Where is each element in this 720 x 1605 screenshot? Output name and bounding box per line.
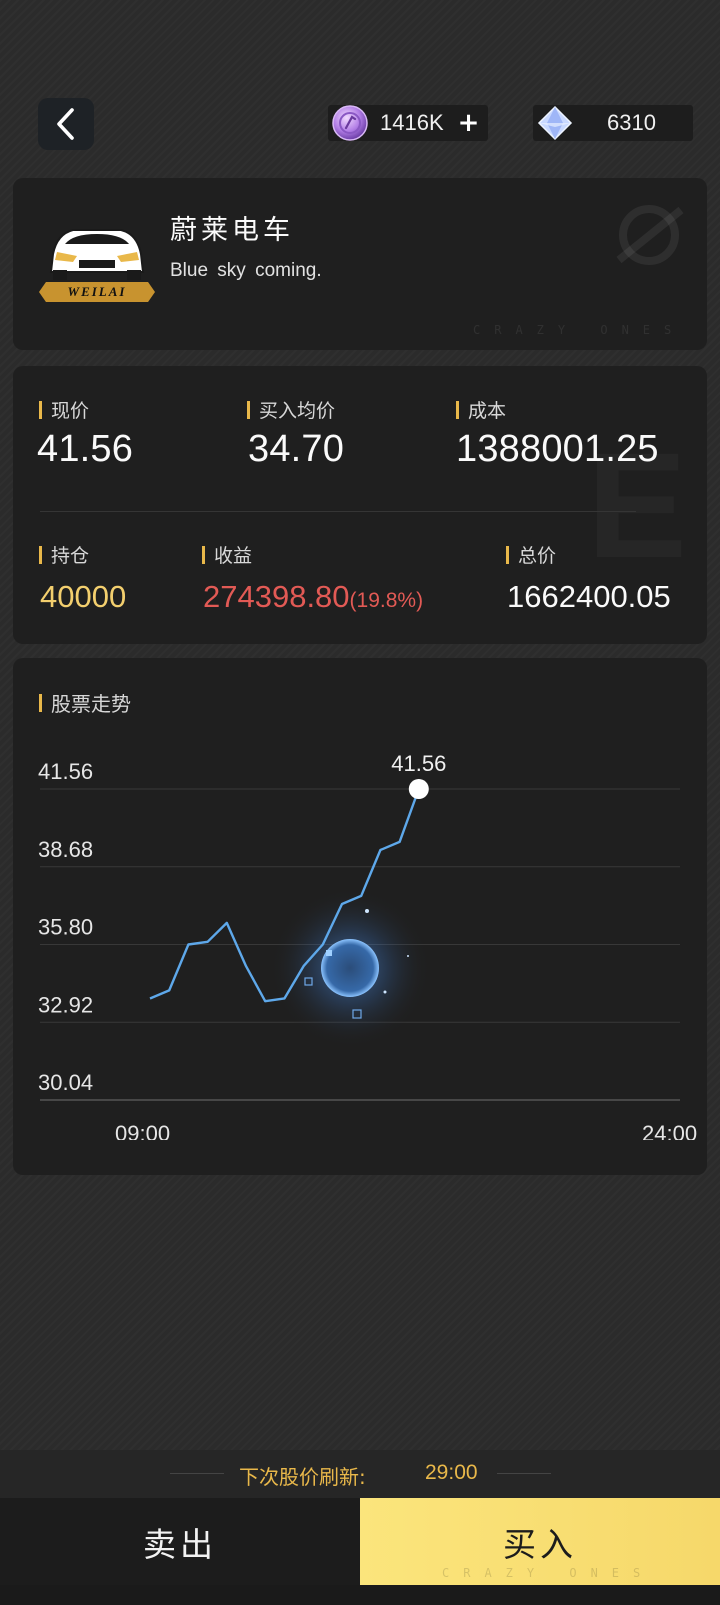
- profit-percent: (19.8%): [349, 589, 424, 612]
- gem-balance-value: 6310: [607, 110, 656, 135]
- buy-button-label: 买入: [503, 1524, 577, 1564]
- y-tick-label: 38.68: [38, 837, 93, 862]
- profit-value-row: 274398.80(19.8%): [203, 579, 423, 615]
- cost-label: 成本: [456, 396, 506, 423]
- card-watermark: CRAZY ONES: [473, 323, 686, 337]
- avg-buy-price-value: 34.70: [248, 428, 345, 470]
- holding-label: 持仓: [39, 541, 89, 568]
- gem-balance: 6310: [533, 105, 693, 141]
- avg-buy-price-label: 买入均价: [247, 396, 335, 423]
- bottom-strip: [0, 1585, 720, 1605]
- company-tagline: Blue sky coming.: [170, 260, 322, 281]
- sell-button-label: 卖出: [143, 1524, 217, 1564]
- refresh-time: 29:00: [425, 1461, 478, 1484]
- cost-value: 1388001.25: [456, 428, 659, 470]
- purple-coin-icon: [332, 105, 368, 141]
- y-tick-label: 35.80: [38, 915, 93, 940]
- company-logo: WEILAI: [39, 220, 155, 304]
- x-tick-label: 24:00: [642, 1121, 697, 1140]
- logo-text: WEILAI: [67, 284, 127, 299]
- refresh-line-right: [497, 1473, 551, 1474]
- back-button[interactable]: [38, 98, 94, 150]
- current-price-point: [408, 779, 429, 799]
- total-value: 1662400.05: [507, 579, 671, 614]
- stats-card: E 现价 41.56 买入均价 34.70 成本 1388001.25 持仓 4…: [13, 366, 707, 644]
- company-name: 蔚莱电车: [170, 215, 294, 246]
- add-coin-button[interactable]: +: [458, 110, 480, 136]
- stock-chart-svg: 41.56 38.68 35.80 32.92 30.04 09:00 24:00 41.56: [38, 751, 697, 1140]
- coin-balance-value: 1416K: [380, 110, 444, 135]
- refresh-label: 下次股价刷新:: [239, 1465, 366, 1489]
- buy-button[interactable]: 买入 CRAZY ONES: [360, 1498, 720, 1585]
- company-card: WEILAI 蔚莱电车 Blue sky coming. CRAZY ONES: [13, 178, 707, 350]
- x-tick-label: 09:00: [115, 1121, 170, 1140]
- stock-chart: 41.56 38.68 35.80 32.92 30.04 09:00 24:00 41.56: [0, 700, 720, 1140]
- profit-label: 收益: [202, 541, 252, 568]
- buy-button-watermark: CRAZY ONES: [442, 1566, 655, 1580]
- y-tick-label: 32.92: [38, 992, 93, 1017]
- diamond-gem-icon: [537, 105, 573, 141]
- sell-button[interactable]: 卖出: [0, 1498, 360, 1585]
- total-label: 总价: [506, 541, 556, 568]
- profit-value: 274398.80: [203, 579, 350, 614]
- refresh-line-left: [170, 1473, 224, 1474]
- stats-divider: [40, 511, 636, 512]
- current-price-point-label: 41.56: [391, 751, 446, 776]
- emblem-watermark: [616, 205, 684, 265]
- coin-balance: 1416K +: [328, 105, 488, 141]
- holding-value: 40000: [40, 579, 127, 614]
- current-price-label: 现价: [39, 396, 89, 423]
- y-tick-label: 30.04: [38, 1070, 93, 1095]
- current-price-value: 41.56: [37, 428, 134, 470]
- car-icon: [49, 229, 145, 280]
- y-tick-label: 41.56: [38, 759, 93, 784]
- chevron-left-icon: [57, 108, 74, 140]
- refresh-bar: 下次股价刷新: 29:00: [0, 1450, 720, 1498]
- orb-effect: [270, 888, 430, 1048]
